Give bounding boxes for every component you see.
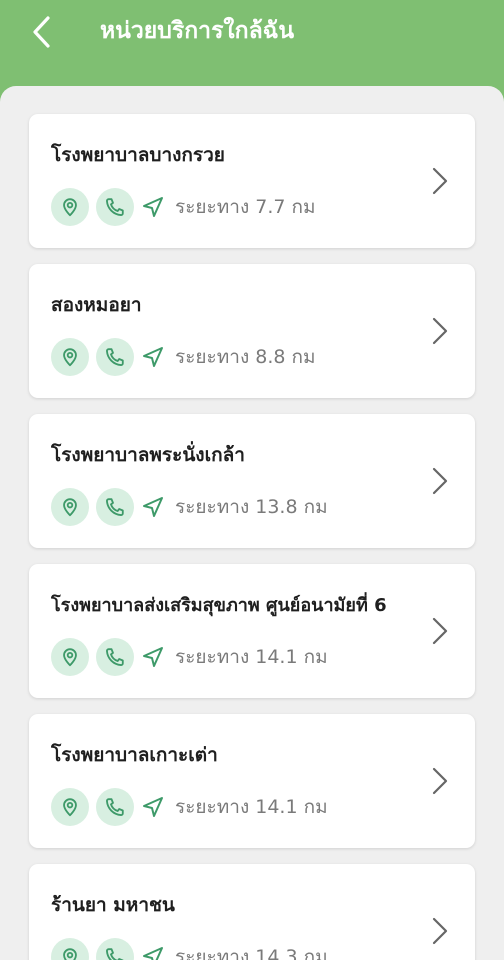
map-pin-icon — [63, 798, 77, 817]
map-pin-button[interactable] — [51, 488, 89, 526]
service-name: โรงพยาบาลเกาะเต่า — [51, 744, 218, 766]
navigation-icon — [143, 947, 163, 960]
map-pin-icon — [63, 198, 77, 217]
distance-text: ระยะทาง 14.1 กม — [175, 796, 328, 818]
chevron-right-icon — [432, 467, 448, 495]
chevron-left-icon — [33, 16, 50, 48]
phone-icon — [106, 198, 124, 216]
phone-icon — [106, 648, 124, 666]
chevron-right-icon — [432, 917, 448, 945]
chevron-right-icon — [432, 167, 448, 195]
phone-button[interactable] — [96, 338, 134, 376]
navigation-icon — [143, 797, 163, 817]
navigation-icon — [143, 347, 163, 367]
service-card[interactable]: ร้านยา มหาชน ระยะทาง 14.3 กม — [29, 864, 475, 960]
service-name: ร้านยา มหาชน — [51, 894, 175, 916]
phone-icon — [106, 948, 124, 960]
phone-button[interactable] — [96, 638, 134, 676]
map-pin-icon — [63, 348, 77, 367]
map-pin-icon — [63, 498, 77, 517]
app-header: หน่วยบริการใกล้ฉัน — [0, 0, 504, 86]
distance-text: ระยะทาง 14.1 กม — [175, 646, 328, 668]
chevron-right-icon — [432, 767, 448, 795]
map-pin-button[interactable] — [51, 788, 89, 826]
service-card[interactable]: สองหมอยา ระยะทาง 8.8 กม — [29, 264, 475, 398]
navigation-icon — [143, 197, 163, 217]
map-pin-button[interactable] — [51, 638, 89, 676]
map-pin-icon — [63, 648, 77, 667]
distance-text: ระยะทาง 8.8 กม — [175, 346, 316, 368]
chevron-right-icon — [432, 317, 448, 345]
service-name: โรงพยาบาลบางกรวย — [51, 144, 225, 166]
map-pin-button[interactable] — [51, 188, 89, 226]
map-pin-button[interactable] — [51, 938, 89, 960]
page-title: หน่วยบริการใกล้ฉัน — [100, 18, 295, 44]
back-button[interactable] — [22, 12, 62, 52]
service-name: โรงพยาบาลพระนั่งเกล้า — [51, 444, 245, 466]
phone-icon — [106, 798, 124, 816]
distance-text: ระยะทาง 7.7 กม — [175, 196, 316, 218]
map-pin-button[interactable] — [51, 338, 89, 376]
chevron-right-icon — [432, 617, 448, 645]
service-name: โรงพยาบาลส่งเสริมสุขภาพ ศูนย์อนามัยที่ 6 — [51, 595, 387, 616]
phone-button[interactable] — [96, 788, 134, 826]
phone-icon — [106, 498, 124, 516]
service-card[interactable]: โรงพยาบาลส่งเสริมสุขภาพ ศูนย์อนามัยที่ 6… — [29, 564, 475, 698]
map-pin-icon — [63, 948, 77, 960]
phone-button[interactable] — [96, 488, 134, 526]
distance-text: ระยะทาง 13.8 กม — [175, 496, 328, 518]
service-card[interactable]: โรงพยาบาลเกาะเต่า ระยะทาง 14.1 กม — [29, 714, 475, 848]
service-card[interactable]: โรงพยาบาลบางกรวย ระยะทาง 7.7 กม — [29, 114, 475, 248]
phone-button[interactable] — [96, 938, 134, 960]
service-card[interactable]: โรงพยาบาลพระนั่งเกล้า ระยะทาง 13.8 กม — [29, 414, 475, 548]
phone-icon — [106, 348, 124, 366]
navigation-icon — [143, 497, 163, 517]
distance-text: ระยะทาง 14.3 กม — [175, 946, 328, 960]
navigation-icon — [143, 647, 163, 667]
service-name: สองหมอยา — [51, 294, 142, 316]
service-list: โรงพยาบาลบางกรวย ระยะทาง 7.7 กม สองหมอยา… — [0, 86, 504, 960]
phone-button[interactable] — [96, 188, 134, 226]
